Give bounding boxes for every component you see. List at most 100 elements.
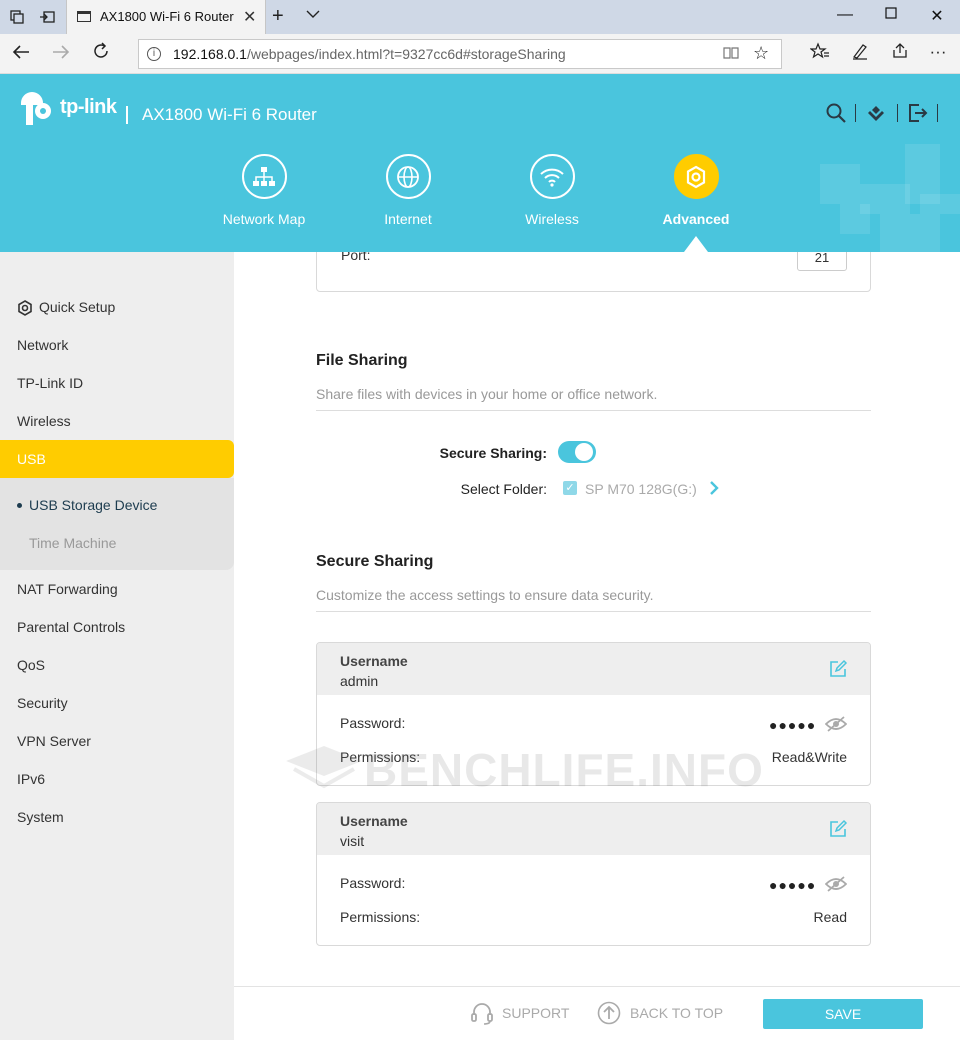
nav-label: Internet xyxy=(384,211,432,227)
active-nav-pointer xyxy=(684,236,708,252)
secure-sharing-toggle[interactable] xyxy=(558,441,596,463)
nav-advanced[interactable]: Advanced xyxy=(636,154,756,227)
sidebar-subitem-time-machine[interactable]: Time Machine xyxy=(0,524,234,562)
favorites-list-icon[interactable] xyxy=(808,42,832,65)
browser-tab[interactable]: AX1800 Wi-Fi 6 Router ✕ xyxy=(66,0,266,34)
back-arrow-icon[interactable] xyxy=(8,42,34,68)
sidebar-item-network[interactable]: Network xyxy=(0,326,234,364)
headset-icon[interactable] xyxy=(470,1001,494,1025)
current-indicator-dot xyxy=(17,503,22,508)
search-icon[interactable] xyxy=(825,102,847,124)
password-label: Password: xyxy=(340,715,406,731)
arrow-up-circle-icon[interactable] xyxy=(597,1001,621,1025)
support-link[interactable]: SUPPORT xyxy=(502,1005,569,1021)
maximize-icon[interactable] xyxy=(868,6,914,24)
sidebar-item-label: Wireless xyxy=(17,413,71,429)
new-tab-icon[interactable]: + xyxy=(272,5,284,28)
logo-separator xyxy=(126,106,128,124)
pen-notes-icon[interactable] xyxy=(848,42,872,65)
select-folder-label: Select Folder: xyxy=(460,481,547,497)
share-icon[interactable] xyxy=(888,42,912,65)
edit-icon[interactable] xyxy=(828,659,848,679)
chevron-down-icon[interactable] xyxy=(306,6,320,22)
sidebar-item-label: System xyxy=(17,809,64,825)
url-text: 192.168.0.1/webpages/index.html?t=9327cc… xyxy=(173,46,566,62)
account-card-visit: Username visit Password: ●●●●● Permissio… xyxy=(316,802,871,946)
sidebar-item-qos[interactable]: QoS xyxy=(0,646,234,684)
decor-block xyxy=(920,194,960,214)
more-options-icon[interactable]: ··· xyxy=(926,42,950,62)
password-label: Password: xyxy=(340,875,406,891)
password-masked: ●●●●● xyxy=(769,877,817,893)
sidebar-item-label: TP-Link ID xyxy=(17,375,84,391)
password-masked: ●●●●● xyxy=(769,717,817,733)
sidebar-item-ipv6[interactable]: IPv6 xyxy=(0,760,234,798)
sidebar-item-usb[interactable]: USB xyxy=(0,440,234,478)
sidebar-item-label: QoS xyxy=(17,657,46,673)
decor-block xyxy=(820,164,860,204)
sidebar-item-vpn-server[interactable]: VPN Server xyxy=(0,722,234,760)
eye-slash-icon[interactable] xyxy=(825,716,847,732)
sidebar-item-nat-forwarding[interactable]: NAT Forwarding xyxy=(0,570,234,608)
tab-actions-icon[interactable] xyxy=(8,8,26,26)
browser-address-bar: i 192.168.0.1/webpages/index.html?t=9327… xyxy=(0,34,960,74)
sidebar-item-quick-setup[interactable]: Quick Setup xyxy=(0,288,234,326)
gear-icon xyxy=(673,154,719,199)
chevron-right-icon[interactable] xyxy=(708,480,720,501)
sidebar-item-security[interactable]: Security xyxy=(0,684,234,722)
sidebar-item-tp-link-id[interactable]: TP-Link ID xyxy=(0,364,234,402)
edit-icon[interactable] xyxy=(828,819,848,839)
footer-bar: SUPPORT BACK TO TOP SAVE xyxy=(234,986,960,1040)
header-separator xyxy=(855,104,856,122)
close-window-icon[interactable]: ✕ xyxy=(914,6,960,26)
sidebar-item-label: USB xyxy=(17,451,46,467)
port-input[interactable]: 21 xyxy=(797,252,847,271)
back-to-top-link[interactable]: BACK TO TOP xyxy=(630,1005,723,1021)
logout-icon[interactable] xyxy=(907,102,929,124)
sidebar-item-parental-controls[interactable]: Parental Controls xyxy=(0,608,234,646)
usb-submenu: USB Storage Device Time Machine xyxy=(0,478,234,570)
username-label: Username xyxy=(340,813,408,829)
secure-sharing-label: Secure Sharing: xyxy=(439,445,547,461)
sidebar-item-label: Quick Setup xyxy=(39,299,116,315)
product-name: AX1800 Wi-Fi 6 Router xyxy=(142,105,317,124)
close-tab-icon[interactable]: ✕ xyxy=(243,7,256,27)
folder-checkbox[interactable]: ✓ xyxy=(563,481,577,495)
ftp-port-card: Port: 21 xyxy=(316,252,871,292)
permissions-label: Permissions: xyxy=(340,909,421,925)
permissions-value: Read xyxy=(813,909,847,925)
eye-slash-icon[interactable] xyxy=(825,876,847,892)
url-path: /webpages/index.html?t=9327cc6d#storageS… xyxy=(246,46,566,62)
minimize-icon[interactable]: — xyxy=(822,6,868,24)
favorite-star-icon[interactable]: ☆ xyxy=(753,43,769,64)
sidebar-item-label: Parental Controls xyxy=(17,619,126,635)
username-value: admin xyxy=(340,673,379,689)
sidebar-subitem-usb-storage-device[interactable]: USB Storage Device xyxy=(0,486,234,524)
folder-name: SP M70 128G(G:) xyxy=(585,481,697,497)
section-divider xyxy=(316,611,871,612)
nav-internet[interactable]: Internet xyxy=(348,154,468,227)
watermark: BENCHLIFE.INFO xyxy=(284,737,763,797)
sidebar-item-system[interactable]: System xyxy=(0,798,234,836)
decor-block xyxy=(880,214,940,252)
nav-wireless[interactable]: Wireless xyxy=(492,154,612,227)
set-tabs-aside-icon[interactable] xyxy=(38,8,56,26)
refresh-icon[interactable] xyxy=(88,42,114,66)
file-sharing-desc: Share files with devices in your home or… xyxy=(316,386,658,402)
watermark-logo-icon xyxy=(286,746,362,789)
username-label: Username xyxy=(340,653,408,669)
page-favicon-icon xyxy=(77,11,91,22)
nav-network-map[interactable]: Network Map xyxy=(204,154,324,227)
forward-arrow-icon[interactable] xyxy=(48,42,74,68)
sidebar-item-wireless[interactable]: Wireless xyxy=(0,402,234,440)
watermark-text: BENCHLIFE.INFO xyxy=(364,744,764,796)
tp-link-logo-icon xyxy=(21,92,51,125)
url-field[interactable]: i 192.168.0.1/webpages/index.html?t=9327… xyxy=(138,39,782,69)
header-separator xyxy=(897,104,898,122)
feedback-heart-icon[interactable] xyxy=(865,102,887,124)
site-info-icon[interactable]: i xyxy=(147,47,161,61)
account-card-header: Username visit xyxy=(317,803,870,855)
save-button[interactable]: SAVE xyxy=(763,999,923,1029)
decor-block xyxy=(840,204,870,234)
reading-view-icon[interactable] xyxy=(723,46,739,63)
